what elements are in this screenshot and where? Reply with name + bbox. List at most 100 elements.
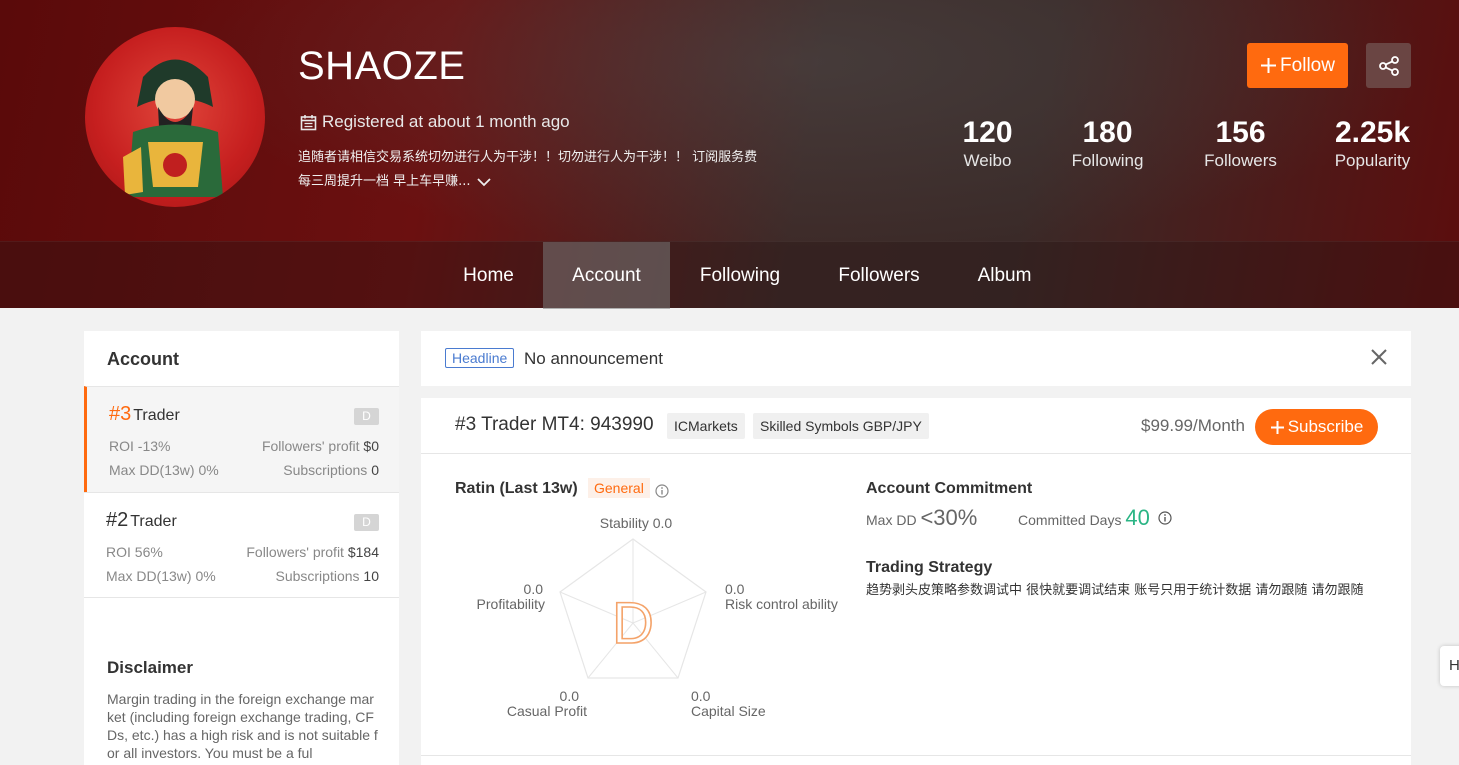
account-rank: #2 Trader (106, 509, 177, 532)
radar-label-risk: 0.0 Risk control ability (725, 582, 838, 612)
bio-line-text: 每三周提升一档 早上车早赚... (298, 174, 471, 189)
registered-text: Registered at about 1 month ago (322, 112, 570, 131)
followers-profit-label: Followers' profit (246, 544, 344, 560)
stat-following[interactable]: 180 Following (1065, 117, 1150, 171)
side-float-tab[interactable]: H (1440, 646, 1459, 686)
calendar-icon (300, 114, 317, 130)
rank-number: #3 (109, 403, 132, 425)
broker-tag: ICMarkets (667, 413, 745, 439)
max-dd-commitment: Max DD <30% (866, 505, 977, 531)
account-item[interactable]: #2 Trader D ROI 56% Followers' profit $18… (84, 492, 399, 598)
account-title: #3 Trader MT4: 943990 (455, 414, 654, 435)
radar-value: 0.0 (691, 688, 711, 704)
share-button[interactable] (1366, 43, 1411, 88)
rating-tag: General (588, 478, 650, 498)
close-icon[interactable] (1369, 347, 1389, 367)
max-dd-value: <30% (920, 505, 978, 530)
radar-label-text: Casual Profit (506, 703, 587, 719)
stat-label: Popularity (1334, 151, 1411, 170)
radar-label-text: Stability (599, 515, 649, 531)
nav-followers[interactable]: Followers (810, 242, 948, 309)
strategy-title: Trading Strategy (866, 559, 993, 576)
username: SHAOZE (298, 44, 466, 88)
stat-label: Weibo (963, 151, 1012, 170)
nav-following[interactable]: Following (670, 242, 810, 309)
account-stats-row: Max DD(13w) 0% Subscriptions 10 (106, 568, 379, 584)
followers-profit-value: $0 (363, 438, 379, 454)
committed-days-label: Committed Days (1018, 512, 1122, 528)
plus-icon (1270, 420, 1284, 434)
account-name: Trader (133, 407, 180, 424)
avatar[interactable] (85, 27, 265, 207)
nav-home[interactable]: Home (434, 242, 543, 309)
strategy-text: 趋势剥头皮策略参数调试中 很快就要调试结束 账号只用于统计数据 请勿跟随 请勿跟… (866, 583, 1364, 598)
subscribe-button[interactable]: Subscribe (1255, 409, 1378, 445)
subscribe-label: Subscribe (1287, 417, 1364, 436)
committed-days: Committed Days 40 (1018, 505, 1150, 531)
radar-label-text: Profitability (476, 596, 545, 612)
account-item-selected[interactable]: #3 Trader D ROI -13% Followers' profit $0… (84, 386, 399, 492)
symbols-tag: Skilled Symbols GBP/JPY (753, 413, 929, 439)
divider (421, 755, 1411, 756)
follow-button[interactable]: Follow (1247, 43, 1348, 88)
profile-nav: Home Account Following Followers Album (0, 241, 1459, 309)
price: $99.99/Month (1141, 416, 1245, 435)
stat-label: Followers (1204, 151, 1277, 170)
info-icon[interactable] (1158, 511, 1172, 525)
nav-album[interactable]: Album (948, 242, 1061, 309)
radar-label-stability: Stability 0.0 (591, 516, 681, 531)
bio: 追随者请相信交易系统切勿进行人为干涉！！切勿进行人为干涉！！ 订阅服务费 每三周… (298, 146, 798, 194)
max-dd: Max DD(13w) 0% (109, 462, 219, 478)
max-dd: Max DD(13w) 0% (106, 568, 216, 584)
account-card: #3 Trader MT4: 943990 ICMarkets Skilled … (421, 398, 1411, 765)
disclaimer-title: Disclaimer (107, 658, 193, 677)
registered-info: Registered at about 1 month ago (300, 112, 570, 132)
radar-label-text: Risk control ability (725, 596, 838, 612)
radar-value: 0.0 (652, 515, 673, 531)
chevron-down-icon[interactable] (476, 177, 491, 187)
account-stats-row: ROI 56% Followers' profit $184 (106, 544, 379, 560)
stat-popularity[interactable]: 2.25k Popularity (1330, 117, 1415, 171)
nav-account[interactable]: Account (543, 242, 670, 309)
announcement-text: No announcement (524, 349, 663, 368)
disclaimer-text: Margin trading in the foreign exchange m… (107, 691, 378, 761)
subscriptions: Subscriptions 0 (283, 462, 379, 478)
radar-label-capital: 0.0 Capital Size (691, 689, 766, 719)
announcement-bar: Headline No announcement (421, 331, 1411, 386)
max-dd-label: Max DD (866, 512, 917, 528)
grade-letter: D (612, 591, 654, 656)
stat-value: 180 (1082, 116, 1133, 149)
stat-value: 2.25k (1334, 116, 1411, 149)
sidebar-title: Account (107, 349, 179, 369)
radar-value: 0.0 (725, 581, 745, 597)
radar-label-text: Capital Size (691, 703, 766, 719)
followers-profit-value: $184 (347, 544, 379, 560)
stat-label: Following (1071, 151, 1144, 170)
grade-badge: D (354, 408, 379, 425)
stat-weibo[interactable]: 120 Weibo (950, 117, 1025, 171)
account-name: Trader (130, 513, 177, 530)
subscriptions-value: 10 (363, 568, 379, 584)
followers-profit: Followers' profit $184 (246, 544, 379, 560)
stat-followers[interactable]: 156 Followers (1198, 117, 1283, 171)
rating-radar-chart: D (559, 538, 707, 679)
subscriptions: Subscriptions 10 (275, 568, 379, 584)
radar-label-profitability: 0.0 Profitability (461, 582, 545, 612)
followers-profit-label: Followers' profit (261, 438, 360, 454)
commitment-title: Account Commitment (866, 480, 1033, 497)
roi: ROI -13% (109, 438, 171, 454)
subscriptions-label: Subscriptions (275, 568, 360, 584)
headline-tag: Headline (445, 348, 515, 368)
stat-value: 156 (1215, 116, 1266, 149)
committed-days-value: 40 (1125, 505, 1150, 530)
stat-value: 120 (962, 116, 1013, 149)
bio-line: 追随者请相信交易系统切勿进行人为干涉！！切勿进行人为干涉！！ 订阅服务费 (298, 150, 758, 165)
subscriptions-label: Subscriptions (283, 462, 368, 478)
follow-label: Follow (1280, 54, 1335, 76)
account-card-header: #3 Trader MT4: 943990 ICMarkets Skilled … (421, 398, 1411, 454)
radar-value: 0.0 (559, 688, 579, 704)
roi: ROI 56% (106, 544, 163, 560)
info-icon[interactable] (655, 484, 669, 498)
rank-number: #2 (106, 509, 129, 531)
account-stats-row: ROI -13% Followers' profit $0 (109, 438, 379, 454)
